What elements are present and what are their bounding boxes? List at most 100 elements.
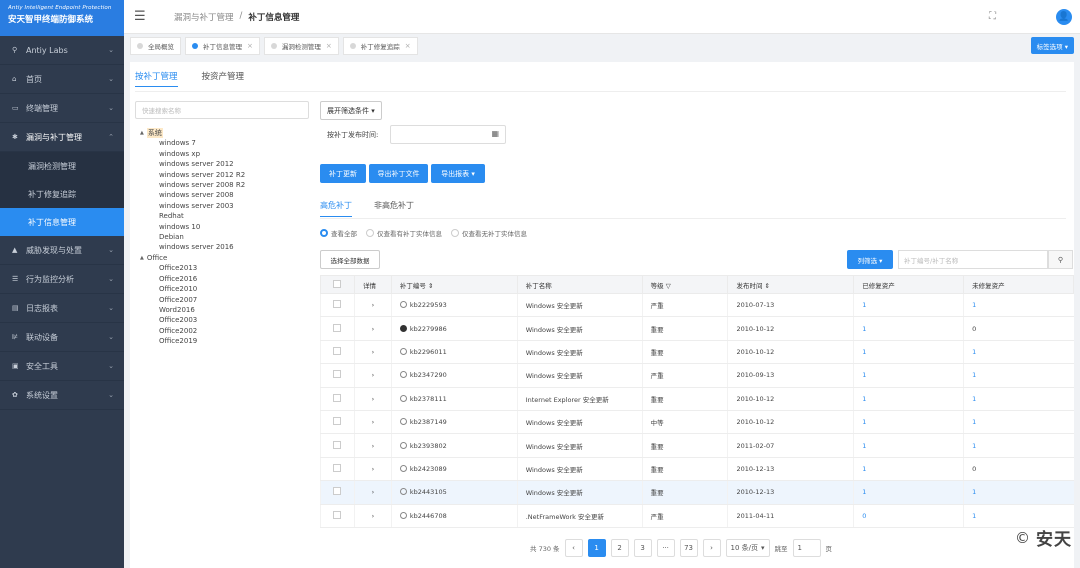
chevron-right-icon[interactable]: › <box>372 325 375 333</box>
row-expand-cell[interactable]: › <box>353 410 392 435</box>
unfixed-assets-count[interactable]: 1 <box>963 433 1074 458</box>
row-checkbox[interactable] <box>333 487 342 496</box>
goto-page-input[interactable]: 1 <box>792 539 821 557</box>
sidebar-item-system-settings[interactable]: ✿ 系统设置 ⌄ <box>0 381 124 410</box>
page-button[interactable]: 2 <box>610 539 629 557</box>
table-row[interactable]: › kb2423089 Windows 安全更新 重要 2010-12-13 1 0 <box>320 457 1074 482</box>
tab-vuln-detect[interactable]: 漏洞检测管理 × <box>263 37 339 55</box>
col-release-date[interactable]: 发布时间 ⇕ <box>727 275 855 294</box>
tab-high-risk-patches[interactable]: 高危补丁 <box>320 200 352 217</box>
patch-search-input[interactable]: 补丁编号/补丁名称 <box>898 250 1048 269</box>
sidebar-subitem-patch-info[interactable]: 补丁信息管理 <box>0 208 124 236</box>
select-all-data-button[interactable]: 选择全部数据 <box>320 250 380 269</box>
table-row[interactable]: › kb2296011 Windows 安全更新 重要 2010-10-12 1 1 <box>320 340 1074 365</box>
tree-leaf[interactable]: Office2002 <box>140 326 245 336</box>
tree-leaf[interactable]: windows server 2016 <box>140 242 245 252</box>
sidebar-subitem-patch-tracking[interactable]: 补丁修复追踪 <box>0 180 124 208</box>
tab-by-asset[interactable]: 按资产管理 <box>202 70 245 87</box>
tree-leaf[interactable]: windows xp <box>140 149 245 159</box>
tree-leaf[interactable]: windows 7 <box>140 138 245 148</box>
fixed-assets-count[interactable]: 1 <box>853 433 964 458</box>
tree-leaf[interactable]: Office2016 <box>140 274 245 284</box>
tree-leaf[interactable]: Redhat <box>140 211 245 221</box>
tree-leaf[interactable]: Office2013 <box>140 263 245 273</box>
fixed-assets-count[interactable]: 1 <box>853 340 964 365</box>
page-button[interactable]: 73 <box>679 539 698 557</box>
patch-update-button[interactable]: 补丁更新 <box>320 164 366 183</box>
close-icon[interactable]: × <box>247 42 253 50</box>
row-checkbox-cell[interactable] <box>320 363 355 388</box>
chevron-right-icon[interactable]: › <box>372 465 375 473</box>
row-checkbox[interactable] <box>333 370 342 379</box>
tab-global-overview[interactable]: 全局概览 <box>130 37 181 55</box>
tree-leaf[interactable]: Debian <box>140 232 245 242</box>
table-row[interactable]: › kb2443105 Windows 安全更新 重要 2010-12-13 1 1 <box>320 480 1074 505</box>
chevron-right-icon[interactable]: › <box>372 348 375 356</box>
breadcrumb-parent[interactable]: 漏洞与补丁管理 <box>174 11 234 23</box>
caret-icon[interactable]: ▲ <box>140 128 144 138</box>
user-avatar-icon[interactable]: 👤 <box>1056 8 1072 25</box>
tree-group-label[interactable]: 系统 <box>146 128 163 139</box>
tree-search-input[interactable]: 快速搜索名称 <box>135 101 309 119</box>
next-page-button[interactable]: › <box>702 539 721 557</box>
sidebar-item-endpoint-management[interactable]: ▭ 终端管理 ⌄ <box>0 94 124 123</box>
calendar-icon[interactable]: ▦ <box>491 129 499 138</box>
row-expand-cell[interactable]: › <box>353 340 392 365</box>
tree-leaf[interactable]: Word2016 <box>140 305 245 315</box>
table-row[interactable]: › kb2229593 Windows 安全更新 严重 2010-07-13 1 1 <box>320 293 1074 318</box>
sidebar-item-security-tools[interactable]: ▣ 安全工具 ⌄ <box>0 352 124 381</box>
tree-group[interactable]: ▲ 系统 <box>140 128 245 139</box>
unfixed-assets-count[interactable]: 1 <box>963 410 1074 435</box>
tree-leaf[interactable]: windows server 2012 <box>140 159 245 169</box>
fixed-assets-count[interactable]: 1 <box>853 293 964 318</box>
row-expand-cell[interactable]: › <box>353 293 392 318</box>
chevron-right-icon[interactable]: › <box>372 512 375 520</box>
close-icon[interactable]: × <box>405 42 411 50</box>
row-expand-cell[interactable]: › <box>353 316 392 341</box>
tab-non-high-risk-patches[interactable]: 非高危补丁 <box>374 200 414 217</box>
row-checkbox-cell[interactable] <box>320 340 355 365</box>
brand-logo[interactable]: Antiy Intelligent Endpoint Protection 安天… <box>0 0 124 36</box>
row-checkbox[interactable] <box>333 463 342 472</box>
unfixed-assets-count[interactable]: 1 <box>963 293 1074 318</box>
unfixed-assets-count[interactable]: 1 <box>963 363 1074 388</box>
expand-filters-button[interactable]: 展开筛选条件 ▾ <box>320 101 382 120</box>
fixed-assets-count[interactable]: 1 <box>853 480 964 505</box>
row-expand-cell[interactable]: › <box>353 457 392 482</box>
fixed-assets-count[interactable]: 1 <box>853 457 964 482</box>
sidebar-item-linked-devices[interactable]: ⊯ 联动设备 ⌄ <box>0 323 124 352</box>
tree-group-label[interactable]: Office <box>147 253 167 263</box>
row-checkbox-cell[interactable] <box>320 387 355 411</box>
row-checkbox[interactable] <box>333 346 342 355</box>
fullscreen-icon[interactable]: ⛶ <box>989 11 996 22</box>
export-patch-file-button[interactable]: 导出补丁文件 <box>369 164 428 183</box>
tree-leaf[interactable]: windows server 2008 <box>140 190 245 200</box>
unfixed-assets-count[interactable]: 1 <box>963 504 1074 528</box>
menu-toggle-icon[interactable]: ☰ <box>134 9 164 24</box>
tab-options-button[interactable]: 标签选项 ▾ <box>1030 37 1074 54</box>
table-row[interactable]: › kb2279986 Windows 安全更新 重要 2010-10-12 1 0 <box>320 316 1074 341</box>
chevron-right-icon[interactable]: › <box>372 442 375 450</box>
chevron-right-icon[interactable]: › <box>372 371 375 379</box>
prev-page-button[interactable]: ‹ <box>564 539 583 557</box>
row-checkbox-cell[interactable] <box>320 480 355 505</box>
table-row[interactable]: › kb2446708 .NetFrameWork 安全更新 严重 2011-04-11… <box>320 504 1074 528</box>
export-report-button[interactable]: 导出报表 ▾ <box>431 164 485 183</box>
sidebar-item-behavior-monitor[interactable]: ☰ 行为监控分析 ⌄ <box>0 265 124 294</box>
tab-by-patch[interactable]: 按补丁管理 <box>135 70 178 87</box>
tree-leaf[interactable]: Office2019 <box>140 336 245 346</box>
unfixed-assets-count[interactable]: 1 <box>963 387 1074 411</box>
release-date-picker[interactable]: ▦ <box>390 125 506 144</box>
page-button[interactable]: 1 <box>587 539 606 557</box>
radio-with-entity[interactable]: 仅查看有补丁实体信息 <box>366 228 442 238</box>
fixed-assets-count[interactable]: 1 <box>853 316 964 341</box>
page-size-select[interactable]: 10 条/页 ▾ <box>725 539 770 557</box>
sidebar-subitem-vuln-detect[interactable]: 漏洞检测管理 <box>0 152 124 180</box>
sidebar-item-log-report[interactable]: ▤ 日志报表 ⌄ <box>0 294 124 323</box>
table-row[interactable]: › kb2393802 Windows 安全更新 重要 2011-02-07 1 1 <box>320 433 1074 458</box>
row-checkbox[interactable] <box>333 510 342 519</box>
row-checkbox[interactable] <box>333 417 342 426</box>
col-patch-id[interactable]: 补丁编号 ⇕ <box>390 275 518 294</box>
row-checkbox[interactable] <box>333 393 342 402</box>
fixed-assets-count[interactable]: 1 <box>853 363 964 388</box>
